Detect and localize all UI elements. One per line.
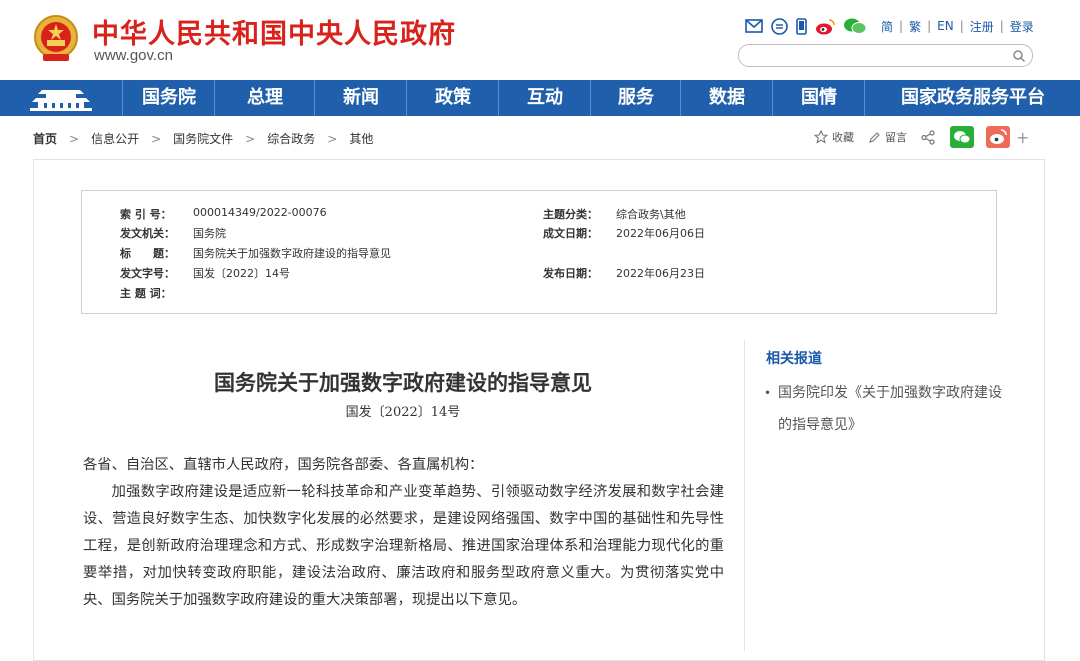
star-icon: [814, 130, 828, 144]
wechat-share-icon[interactable]: [950, 126, 974, 148]
nav-item-state-council[interactable]: 国务院: [122, 80, 215, 116]
search-box: [738, 44, 1033, 67]
article-title: 国务院关于加强数字政府建设的指导意见: [214, 370, 592, 395]
register-link[interactable]: 注册: [964, 18, 1000, 35]
share-icon[interactable]: [921, 129, 936, 145]
nav-item-interaction[interactable]: 互动: [498, 80, 591, 116]
published-date-label: 发布日期：: [543, 267, 598, 280]
nav-item-news[interactable]: 新闻: [314, 80, 407, 116]
article-salutation: 各省、自治区、直辖市人民政府，国务院各部委、各直属机构：: [83, 457, 484, 473]
login-link[interactable]: 登录: [1004, 18, 1040, 35]
breadcrumb-info-disclosure[interactable]: 信息公开: [91, 130, 139, 147]
favorite-button[interactable]: 收藏: [814, 129, 854, 145]
sidebar-divider: [744, 340, 745, 651]
chat-icon[interactable]: [771, 17, 788, 35]
document-metadata-table: 索 引 号： 000014349/2022-00076 发文机关： 国务院 标 …: [81, 190, 997, 314]
breadcrumb-home[interactable]: 首页: [33, 130, 57, 147]
related-reports-title: 相关报道: [766, 351, 822, 367]
doc-number-label: 发文字号：: [120, 267, 175, 280]
site-title[interactable]: 中华人民共和国中央人民政府: [92, 12, 456, 51]
title-value: 国务院关于加强数字政府建设的指导意见: [193, 247, 391, 260]
breadcrumb-general-affairs[interactable]: 综合政务: [267, 130, 315, 147]
breadcrumb-separator: >: [151, 131, 162, 146]
weibo-icon[interactable]: [815, 18, 835, 35]
published-date-value: 2022年06月23日: [616, 267, 705, 280]
written-date-label: 成文日期：: [543, 227, 598, 240]
nav-item-policy[interactable]: 政策: [406, 80, 499, 116]
category-label: 主题分类：: [543, 208, 598, 221]
nav-item-data[interactable]: 数据: [680, 80, 773, 116]
breadcrumb: 首页 > 信息公开 > 国务院文件 > 综合政务 > 其他: [33, 130, 373, 147]
wechat-icon[interactable]: [843, 17, 867, 35]
nav-item-national-conditions[interactable]: 国情: [772, 80, 865, 116]
top-toolbar: 简 | 繁 | EN | 注册 | 登录: [745, 17, 1040, 35]
article-paragraph: 加强数字政府建设是适应新一轮科技革命和产业变革趋势、引领驱动数字经济发展和数字社…: [83, 484, 724, 609]
share-toolbar: 收藏 留言 +: [814, 126, 1029, 148]
breadcrumb-council-documents[interactable]: 国务院文件: [173, 130, 233, 147]
mail-icon[interactable]: [745, 19, 763, 33]
nav-item-service-platform[interactable]: 国家政务服务平台: [864, 80, 1080, 116]
breadcrumb-other[interactable]: 其他: [349, 130, 373, 147]
simplified-chinese-link[interactable]: 简: [875, 18, 899, 35]
index-number-label: 索 引 号：: [120, 208, 172, 221]
national-emblem-icon[interactable]: [33, 14, 79, 64]
search-icon[interactable]: [1012, 48, 1026, 67]
traditional-chinese-link[interactable]: 繁: [903, 18, 927, 35]
weibo-share-icon[interactable]: [986, 126, 1010, 148]
category-value: 综合政务\其他: [616, 208, 686, 221]
article-doc-number: 国发〔2022〕14号: [345, 405, 461, 420]
bullet: •: [764, 386, 772, 400]
related-report-link[interactable]: • 国务院印发《关于加强数字政府建设的指导意见》: [764, 377, 1006, 441]
nav-item-premier[interactable]: 总理: [214, 80, 315, 116]
mobile-icon[interactable]: [796, 17, 807, 35]
issuer-label: 发文机关：: [120, 227, 175, 240]
search-input[interactable]: [749, 45, 1013, 67]
doc-number-value: 国发〔2022〕14号: [193, 267, 290, 280]
comment-label: 留言: [885, 131, 907, 144]
article-body: 各省、自治区、直辖市人民政府，国务院各部委、各直属机构： 加强数字政府建设是适应…: [83, 452, 724, 615]
title-label: 标 题：: [120, 247, 175, 260]
site-url[interactable]: www.gov.cn: [94, 47, 173, 64]
english-link[interactable]: EN: [931, 19, 960, 33]
site-header: 中华人民共和国中央人民政府 www.gov.cn 简 | 繁 | EN | 注册…: [0, 0, 1080, 80]
index-number-value: 000014349/2022-00076: [193, 206, 327, 219]
main-navigation: 国务院 总理 新闻 政策 互动 服务 数据 国情 国家政务服务平台: [0, 80, 1080, 116]
more-share-button[interactable]: +: [1016, 128, 1029, 147]
comment-button[interactable]: 留言: [868, 129, 907, 145]
nav-item-services[interactable]: 服务: [590, 80, 681, 116]
breadcrumb-separator: >: [245, 131, 256, 146]
written-date-value: 2022年06月06日: [616, 227, 705, 240]
pencil-icon: [869, 131, 880, 143]
related-report-label: 国务院印发《关于加强数字政府建设的指导意见》: [778, 385, 1002, 433]
favorite-label: 收藏: [832, 131, 854, 144]
tiananmen-icon[interactable]: [0, 80, 122, 116]
issuer-value: 国务院: [193, 227, 226, 240]
breadcrumb-separator: >: [69, 131, 80, 146]
breadcrumb-separator: >: [327, 131, 338, 146]
keywords-label: 主 题 词：: [120, 287, 172, 300]
